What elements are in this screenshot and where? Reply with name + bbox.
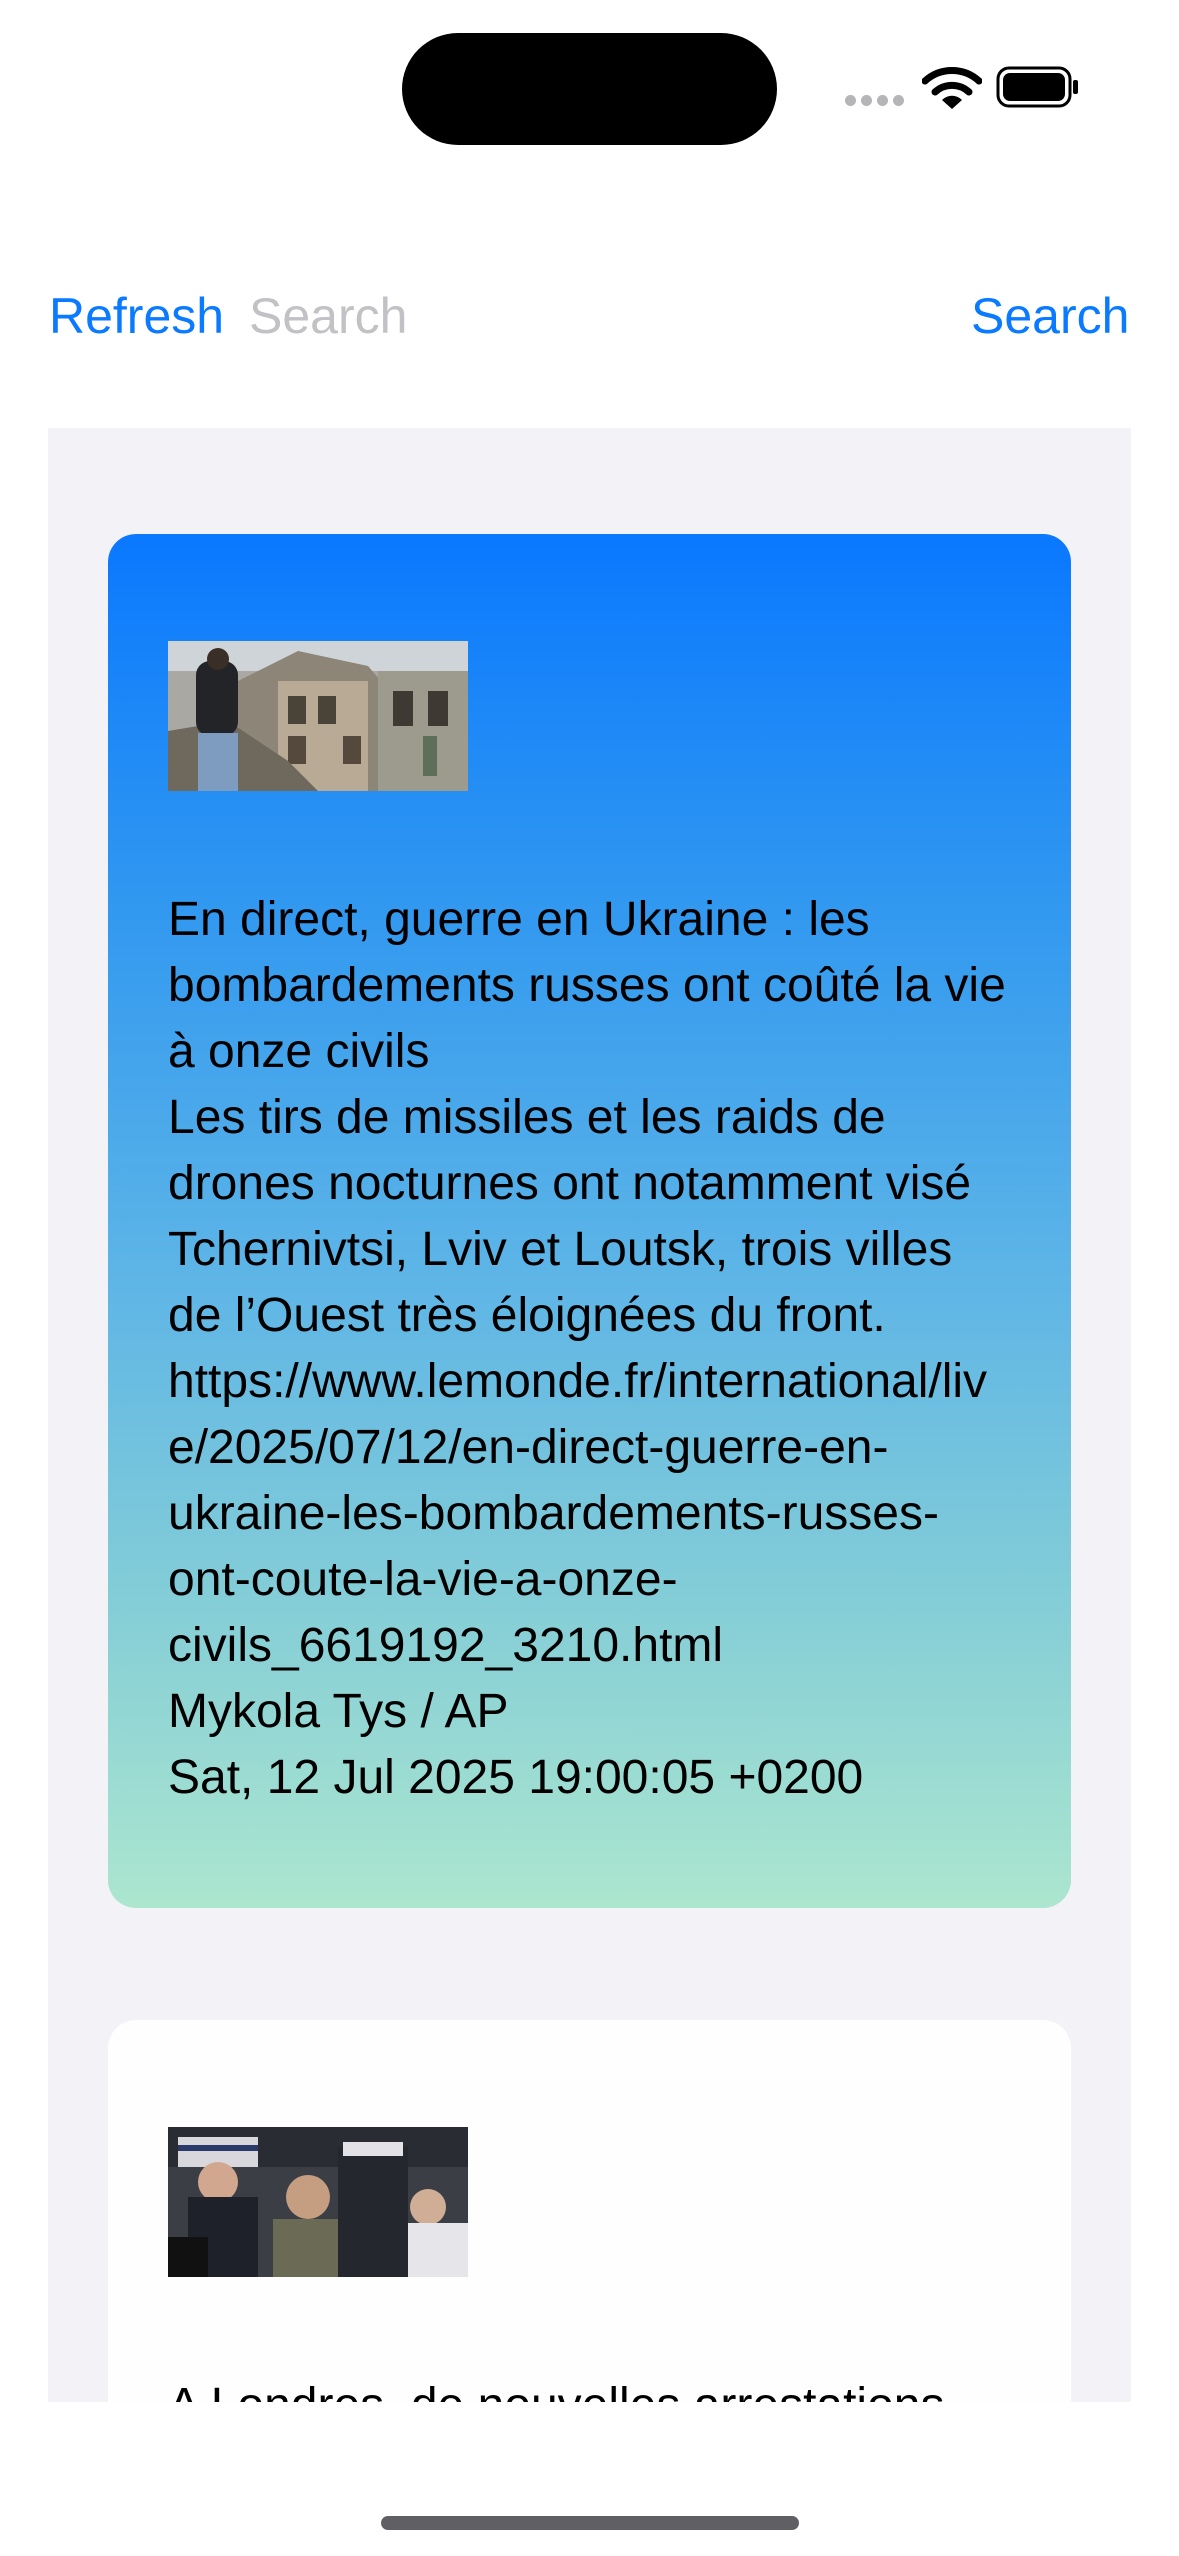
toolbar: Refresh Search <box>0 270 1179 362</box>
article-date: Sat, 12 Jul 2025 19:00:05 +0200 <box>168 1751 864 1804</box>
wifi-icon <box>922 67 982 109</box>
home-indicator[interactable] <box>381 2516 799 2530</box>
refresh-button[interactable]: Refresh <box>49 286 224 346</box>
article-card[interactable]: En direct, guerre en Ukraine : les bomba… <box>108 534 1071 1908</box>
search-button[interactable]: Search <box>971 286 1129 346</box>
article-credit: Mykola Tys / AP <box>168 1685 509 1738</box>
dynamic-island <box>402 33 777 145</box>
search-input[interactable] <box>249 286 929 346</box>
article-text: A Londres, de nouvelles arrestations <box>168 2373 1011 2402</box>
cellular-signal-icon <box>845 95 905 107</box>
article-thumbnail <box>168 641 468 791</box>
article-card[interactable]: A Londres, de nouvelles arrestations <box>108 2020 1071 2402</box>
article-link[interactable]: https://www.lemonde.fr/international/liv… <box>168 1349 1011 1679</box>
article-title: En direct, guerre en Ukraine : les bomba… <box>168 893 1006 1078</box>
article-thumbnail <box>168 2127 468 2277</box>
article-text: En direct, guerre en Ukraine : les bomba… <box>168 887 1011 1811</box>
battery-icon <box>996 66 1078 108</box>
article-title: A Londres, de nouvelles arrestations <box>168 2373 1011 2402</box>
article-description: Les tirs de missiles et les raids de dro… <box>168 1091 972 1342</box>
status-bar <box>0 0 1179 150</box>
article-list[interactable]: En direct, guerre en Ukraine : les bomba… <box>48 428 1131 2402</box>
